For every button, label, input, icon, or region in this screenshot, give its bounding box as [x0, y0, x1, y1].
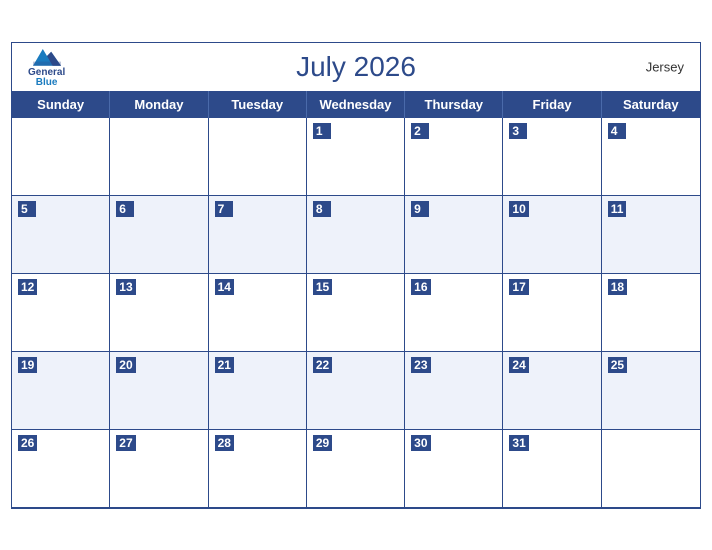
cal-cell: 17 [503, 274, 601, 352]
cal-cell: 15 [307, 274, 405, 352]
date-number: 30 [411, 435, 430, 451]
date-number: 19 [18, 357, 37, 373]
cal-cell: 16 [405, 274, 503, 352]
logo: General Blue [28, 46, 65, 88]
cal-cell: 7 [209, 196, 307, 274]
date-number: 29 [313, 435, 332, 451]
cal-cell: 12 [12, 274, 110, 352]
date-number: 17 [509, 279, 528, 295]
cal-cell [12, 118, 110, 196]
date-number: 9 [411, 201, 429, 217]
cal-cell: 19 [12, 352, 110, 430]
cal-cell: 14 [209, 274, 307, 352]
cal-cell: 6 [110, 196, 208, 274]
cal-cell: 22 [307, 352, 405, 430]
cal-cell: 8 [307, 196, 405, 274]
date-number: 16 [411, 279, 430, 295]
date-number: 10 [509, 201, 528, 217]
date-number: 20 [116, 357, 135, 373]
date-number: 11 [608, 201, 627, 217]
cal-cell: 11 [602, 196, 700, 274]
date-number: 26 [18, 435, 37, 451]
cal-cell: 9 [405, 196, 503, 274]
calendar-header: General Blue July 2026 Jersey [12, 43, 700, 91]
cal-cell: 25 [602, 352, 700, 430]
date-number: 24 [509, 357, 528, 373]
date-number: 7 [215, 201, 233, 217]
region-label: Jersey [646, 59, 684, 74]
date-number: 5 [18, 201, 36, 217]
cal-cell: 27 [110, 430, 208, 508]
cal-cell: 13 [110, 274, 208, 352]
cal-cell: 18 [602, 274, 700, 352]
day-header-friday: Friday [503, 91, 601, 118]
date-number: 22 [313, 357, 332, 373]
date-number: 2 [411, 123, 429, 139]
cal-cell: 30 [405, 430, 503, 508]
cal-cell: 31 [503, 430, 601, 508]
cal-cell: 1 [307, 118, 405, 196]
date-number: 8 [313, 201, 331, 217]
cal-cell: 20 [110, 352, 208, 430]
date-number: 6 [116, 201, 134, 217]
cal-cell: 29 [307, 430, 405, 508]
date-number: 13 [116, 279, 135, 295]
day-header-thursday: Thursday [405, 91, 503, 118]
day-header-saturday: Saturday [602, 91, 700, 118]
date-number: 14 [215, 279, 234, 295]
day-header-tuesday: Tuesday [209, 91, 307, 118]
cal-cell: 4 [602, 118, 700, 196]
date-number: 31 [509, 435, 528, 451]
day-header-wednesday: Wednesday [307, 91, 405, 118]
logo-blue-text: Blue [36, 78, 58, 88]
date-number: 23 [411, 357, 430, 373]
cal-cell: 26 [12, 430, 110, 508]
cal-cell: 3 [503, 118, 601, 196]
cal-cell [602, 430, 700, 508]
cal-cell: 2 [405, 118, 503, 196]
date-number: 18 [608, 279, 627, 295]
day-header-sunday: Sunday [12, 91, 110, 118]
date-number: 1 [313, 123, 331, 139]
cal-cell [209, 118, 307, 196]
calendar-title: July 2026 [296, 51, 416, 83]
date-number: 15 [313, 279, 332, 295]
cal-cell: 5 [12, 196, 110, 274]
calendar-grid: 1234567891011121314151617181920212223242… [12, 118, 700, 508]
date-number: 27 [116, 435, 135, 451]
calendar-container: General Blue July 2026 Jersey Sunday Mon… [11, 42, 701, 509]
day-header-monday: Monday [110, 91, 208, 118]
logo-icon [33, 46, 61, 66]
date-number: 4 [608, 123, 626, 139]
cal-cell: 24 [503, 352, 601, 430]
date-number: 12 [18, 279, 37, 295]
cal-cell: 10 [503, 196, 601, 274]
cal-cell [110, 118, 208, 196]
date-number: 21 [215, 357, 234, 373]
date-number: 25 [608, 357, 627, 373]
cal-cell: 23 [405, 352, 503, 430]
date-number: 3 [509, 123, 527, 139]
cal-cell: 28 [209, 430, 307, 508]
date-number: 28 [215, 435, 234, 451]
cal-cell: 21 [209, 352, 307, 430]
day-headers-row: Sunday Monday Tuesday Wednesday Thursday… [12, 91, 700, 118]
